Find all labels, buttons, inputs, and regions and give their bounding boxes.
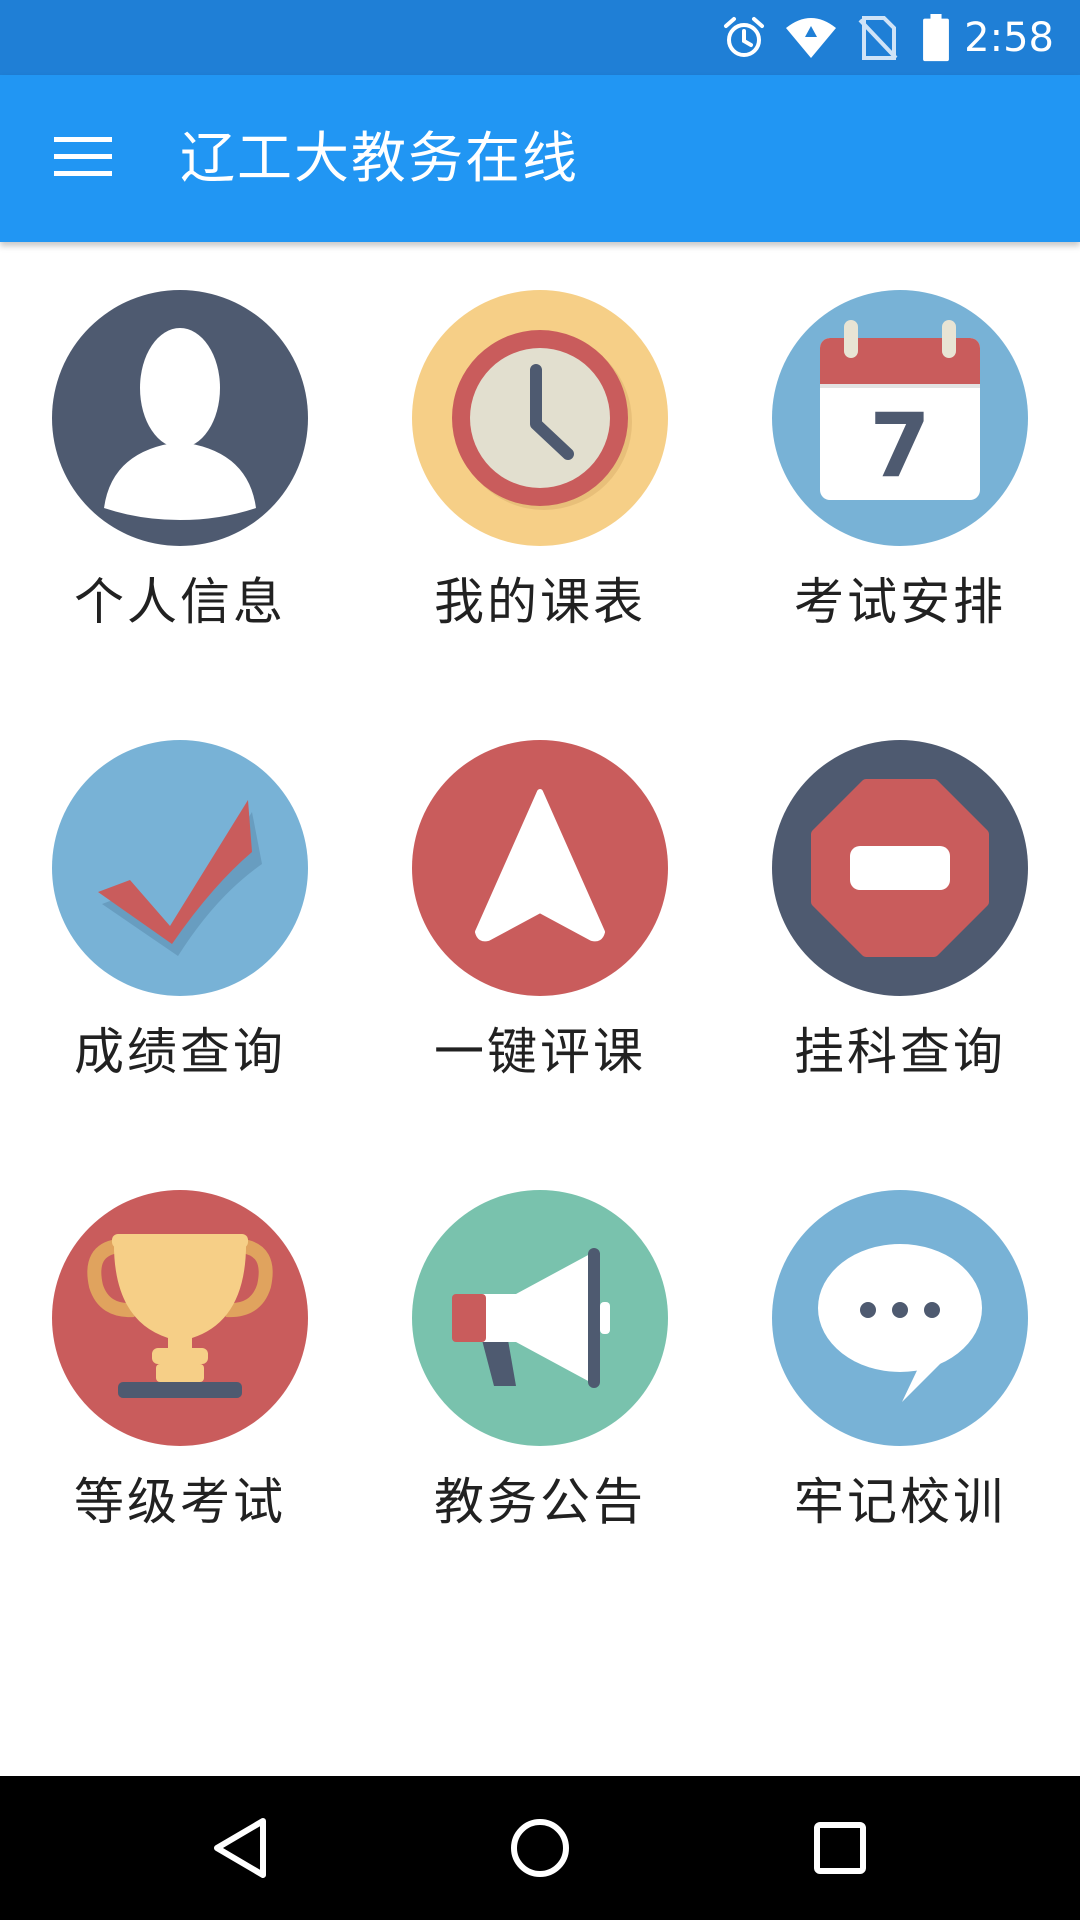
tile-school-motto[interactable]: 牢记校训 — [750, 1142, 1050, 1532]
tile-academic-notice[interactable]: 教务公告 — [390, 1142, 690, 1532]
stop-sign-icon — [772, 740, 1028, 996]
battery-icon — [923, 14, 949, 62]
trophy-icon — [52, 1190, 308, 1446]
recents-icon — [814, 1822, 866, 1874]
checkmark-icon — [52, 740, 308, 996]
tile-personal-info[interactable]: 个人信息 — [30, 242, 330, 632]
calendar-icon: 7 — [772, 290, 1028, 546]
navigation-arrow-icon — [412, 740, 668, 996]
home-button[interactable] — [490, 1798, 590, 1898]
tile-label: 教务公告 — [434, 1473, 646, 1531]
hamburger-menu-icon — [54, 137, 112, 176]
home-icon — [511, 1819, 569, 1877]
tile-label: 成绩查询 — [74, 1023, 286, 1081]
tile-failed-course-query[interactable]: 挂科查询 — [750, 692, 1050, 1082]
tile-label: 我的课表 — [434, 573, 646, 631]
calendar-day: 7 — [869, 394, 930, 497]
tile-course-evaluation[interactable]: 一键评课 — [390, 692, 690, 1082]
tile-label: 考试安排 — [794, 573, 1006, 631]
tile-label: 挂科查询 — [794, 1023, 1006, 1081]
status-bar: 2:58 — [0, 0, 1080, 75]
back-button[interactable] — [190, 1798, 290, 1898]
app-bar: 辽工大教务在线 — [0, 75, 1080, 242]
clock-icon — [412, 290, 668, 546]
tile-label: 等级考试 — [74, 1473, 286, 1531]
tile-grade-query[interactable]: 成绩查询 — [30, 692, 330, 1082]
tile-label: 牢记校训 — [794, 1473, 1006, 1531]
alarm-icon — [724, 17, 764, 57]
megaphone-icon — [412, 1190, 668, 1446]
app-title: 辽工大教务在线 — [180, 126, 580, 190]
recents-button[interactable] — [790, 1798, 890, 1898]
tile-exam-schedule[interactable]: 7 考试安排 — [750, 242, 1050, 632]
tile-my-timetable[interactable]: 我的课表 — [390, 242, 690, 632]
back-icon — [214, 1818, 266, 1878]
menu-button[interactable] — [42, 115, 126, 199]
status-time: 2:58 — [964, 15, 1054, 61]
user-profile-icon — [52, 290, 308, 546]
chat-bubble-icon — [772, 1190, 1028, 1446]
system-nav-bar — [0, 1776, 1080, 1920]
tile-label: 一键评课 — [434, 1023, 646, 1081]
wifi-icon — [786, 18, 836, 58]
tile-level-exam[interactable]: 等级考试 — [30, 1142, 330, 1532]
tile-label: 个人信息 — [74, 573, 286, 631]
no-sim-icon — [858, 16, 898, 60]
